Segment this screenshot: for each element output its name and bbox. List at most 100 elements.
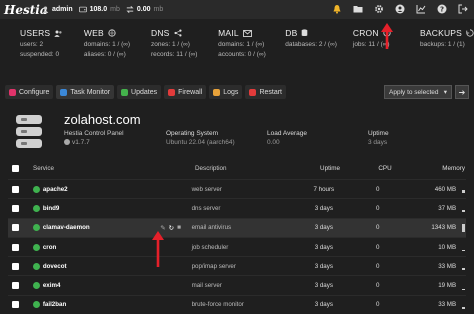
stat-line-value: 1 / (∞) [171, 41, 190, 48]
logout-icon[interactable] [456, 2, 470, 16]
service-uptime: 3 days [314, 224, 333, 232]
service-memory: 19 MB [438, 282, 457, 290]
service-name[interactable]: dovecot [43, 263, 67, 270]
service-description: pop/imap server [191, 262, 236, 270]
stat-block-db[interactable]: DB databases: 2 / (∞) [269, 26, 337, 76]
bulk-action-select[interactable]: Apply to selected ▾ [384, 85, 452, 99]
hestia-logo[interactable]: Hestia [4, 3, 48, 17]
row-checkbox[interactable] [12, 185, 19, 193]
stat-line-label: domains: [218, 41, 245, 48]
service-cell: fail2ban [32, 301, 160, 309]
tab-label: Updates [131, 88, 158, 96]
select-all-checkbox[interactable] [12, 164, 19, 172]
user-circle-icon[interactable] [393, 2, 407, 16]
service-name[interactable]: cron [43, 244, 56, 251]
table-row[interactable]: apache2 web server 7 hours 0 460 MB [8, 179, 466, 198]
stat-title: USERS [20, 26, 68, 40]
service-cpu: 0 [375, 204, 380, 212]
stat-line-label: jobs: [352, 41, 367, 48]
table-row[interactable]: cron job scheduler 3 days 0 10 MB [8, 236, 466, 256]
service-name[interactable]: apache2 [43, 186, 68, 193]
stat-line-value: 11 / (∞) [176, 51, 198, 58]
tab-restart[interactable]: Restart [245, 85, 286, 99]
stop-icon[interactable]: ■ [177, 224, 181, 232]
service-description: brute-force monitor [191, 301, 244, 309]
row-checkbox[interactable] [12, 282, 19, 290]
service-name[interactable]: exim4 [43, 282, 61, 289]
stat-line: accounts: 0 / (∞) [218, 50, 269, 60]
stat-title-label: WEB [83, 28, 104, 38]
service-cell: clamav-daemon [32, 224, 160, 232]
table-row[interactable]: bind9 dns server 3 days 0 37 MB [8, 198, 466, 217]
service-memory: 1343 MB [431, 224, 457, 232]
folder-icon[interactable] [351, 2, 365, 16]
stat-line-label: accounts: [218, 51, 246, 58]
service-uptime: 3 days [314, 262, 333, 270]
service-description: job scheduler [191, 243, 229, 251]
stat-title: BACKUPS [420, 26, 474, 40]
tab-updates[interactable]: Updates [117, 85, 162, 99]
help-icon[interactable]: ? [435, 2, 449, 16]
status-ok-icon [32, 204, 40, 212]
row-checkbox[interactable] [12, 224, 19, 232]
service-uptime: 3 days [314, 204, 333, 212]
row-checkbox[interactable] [12, 204, 19, 212]
apply-button[interactable]: ➔ [455, 85, 469, 99]
memory-bar [462, 243, 466, 252]
stat-line-label: users: [20, 41, 38, 48]
service-cell: dovecot [32, 262, 160, 270]
service-description: mail server [191, 282, 222, 290]
chart-icon[interactable] [414, 2, 428, 16]
table-row[interactable]: fail2ban brute-force monitor 3 days 0 33 MB [8, 294, 466, 314]
stat-block-web[interactable]: WEB domains: 1 / (∞) aliases: 0 / (∞) [68, 26, 135, 76]
tab-label: Firewall [178, 88, 203, 96]
gear-icon[interactable] [372, 2, 386, 16]
row-checkbox[interactable] [12, 243, 19, 251]
os-info: Operating System Ubuntu 22.04 (aarch64) [166, 130, 235, 146]
chevron-down-icon: ▾ [443, 89, 447, 96]
service-uptime: 3 days [314, 243, 333, 251]
service-name[interactable]: bind9 [43, 205, 60, 212]
stat-title-label: BACKUPS [420, 28, 463, 38]
table-row[interactable]: exim4 mail server 3 days 0 19 MB [8, 275, 466, 294]
bandwidth-value: 0.00 [136, 6, 151, 13]
header-cpu: CPU [378, 164, 392, 172]
web-icon [108, 29, 116, 37]
header-memory: Memory [442, 164, 465, 172]
service-cpu: 0 [375, 243, 380, 251]
status-ok-icon [32, 224, 40, 232]
row-checkbox[interactable] [12, 301, 19, 309]
tab-logs[interactable]: Logs [209, 85, 243, 99]
service-name[interactable]: clamav-daemon [43, 224, 90, 231]
stat-block-users[interactable]: USERS users: 2 suspended: 0 [0, 26, 68, 76]
service-cell: bind9 [32, 204, 160, 212]
memory-bar [462, 301, 466, 309]
toolbar: Configure Task Monitor Updates Firewall Logs… [0, 84, 474, 100]
service-memory: 460 MB [434, 185, 457, 193]
row-checkbox[interactable] [12, 262, 19, 270]
stat-line-value: 1 / (∞) [112, 41, 131, 48]
tab-firewall[interactable]: Firewall [164, 85, 207, 99]
tab-configure[interactable]: Configure [5, 85, 54, 99]
status-ok-icon [32, 185, 40, 193]
stat-block-dns[interactable]: DNS zones: 1 / (∞) records: 11 / (∞) [135, 26, 202, 76]
backups-icon [466, 29, 474, 37]
service-memory: 37 MB [438, 204, 457, 212]
uptime-label: Uptime [368, 130, 389, 137]
load-info: Load Average 0.00 [267, 130, 307, 146]
table-row[interactable]: clamav-daemon ✎ ↻ ■ email antivirus 3 days 0 13… [8, 217, 466, 237]
annotation-arrow-gear [381, 23, 393, 49]
user-indicator[interactable]: admin [42, 6, 73, 13]
drive-icon [78, 6, 87, 13]
bell-icon[interactable] [330, 2, 344, 16]
service-cell: cron [32, 243, 160, 251]
service-name[interactable]: fail2ban [43, 301, 66, 308]
service-uptime: 3 days [314, 282, 333, 290]
restart-icon[interactable]: ↻ [169, 224, 174, 232]
stat-block-backups[interactable]: BACKUPS backups: 1 / (1) [404, 26, 474, 76]
table-row[interactable]: dovecot pop/imap server 3 days 0 33 MB [8, 256, 466, 275]
stat-block-mail[interactable]: MAIL domains: 1 / (∞) accounts: 0 / (∞) [202, 26, 269, 76]
stat-line-value: 0 [55, 51, 60, 58]
tab-label: Configure [19, 88, 50, 96]
tab-task-monitor[interactable]: Task Monitor [56, 85, 115, 99]
